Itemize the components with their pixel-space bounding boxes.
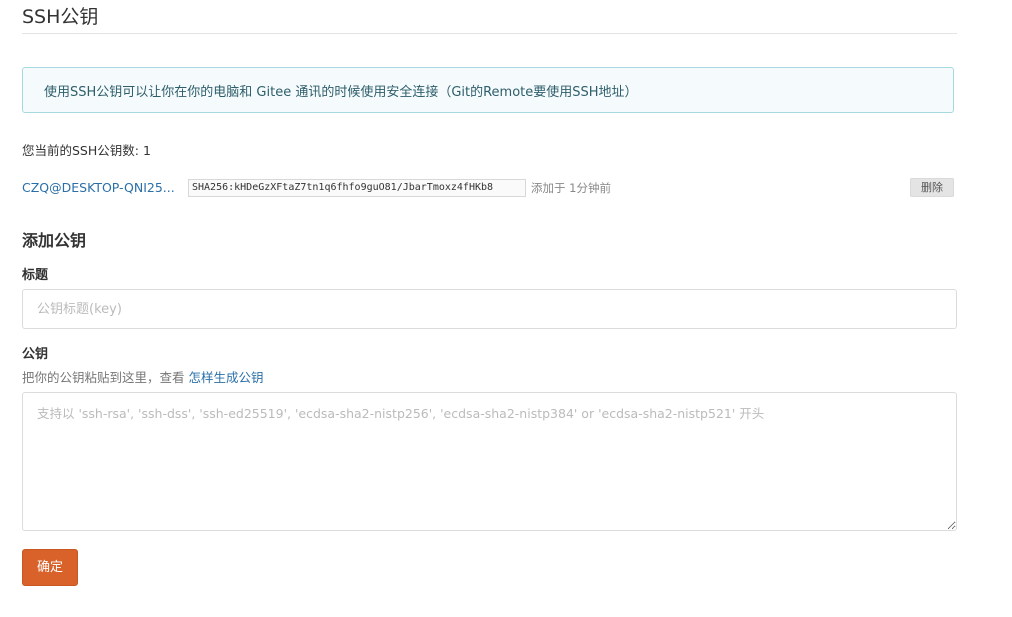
ssh-key-name-link[interactable]: CZQ@DESKTOP-QNI25... [22,179,175,197]
ssh-key-row: CZQ@DESKTOP-QNI25... SHA256:kHDeGzXFtaZ7… [22,176,957,200]
title-divider [22,33,957,34]
submit-button[interactable]: 确定 [22,549,78,586]
key-title-input[interactable] [22,289,957,329]
info-notice-text: 使用SSH公钥可以让你在你的电脑和 Gitee 通讯的时候使用安全连接（Git的… [44,84,638,100]
how-to-generate-key-link[interactable]: 怎样生成公钥 [188,370,263,385]
key-field-label: 公钥 [22,347,49,362]
key-hint: 把你的公钥粘贴到这里，查看 怎样生成公钥 [22,369,264,387]
ssh-keys-page: SSH公钥 使用SSH公钥可以让你在你的电脑和 Gitee 通讯的时候使用安全连… [0,0,1012,617]
title-field-label: 标题 [22,268,49,283]
public-key-textarea[interactable] [22,392,957,531]
delete-key-button[interactable]: 删除 [910,178,954,197]
ssh-key-added-time: 添加于 1分钟前 [531,181,611,195]
key-hint-text: 把你的公钥粘贴到这里，查看 [22,370,189,385]
key-count-text: 您当前的SSH公钥数: 1 [22,143,151,158]
page-title: SSH公钥 [22,6,99,28]
info-notice: 使用SSH公钥可以让你在你的电脑和 Gitee 通讯的时候使用安全连接（Git的… [22,67,954,113]
add-key-heading: 添加公钥 [22,231,87,250]
ssh-key-fingerprint: SHA256:kHDeGzXFtaZ7tn1q6fhfo9guO81/JbarT… [188,179,526,197]
